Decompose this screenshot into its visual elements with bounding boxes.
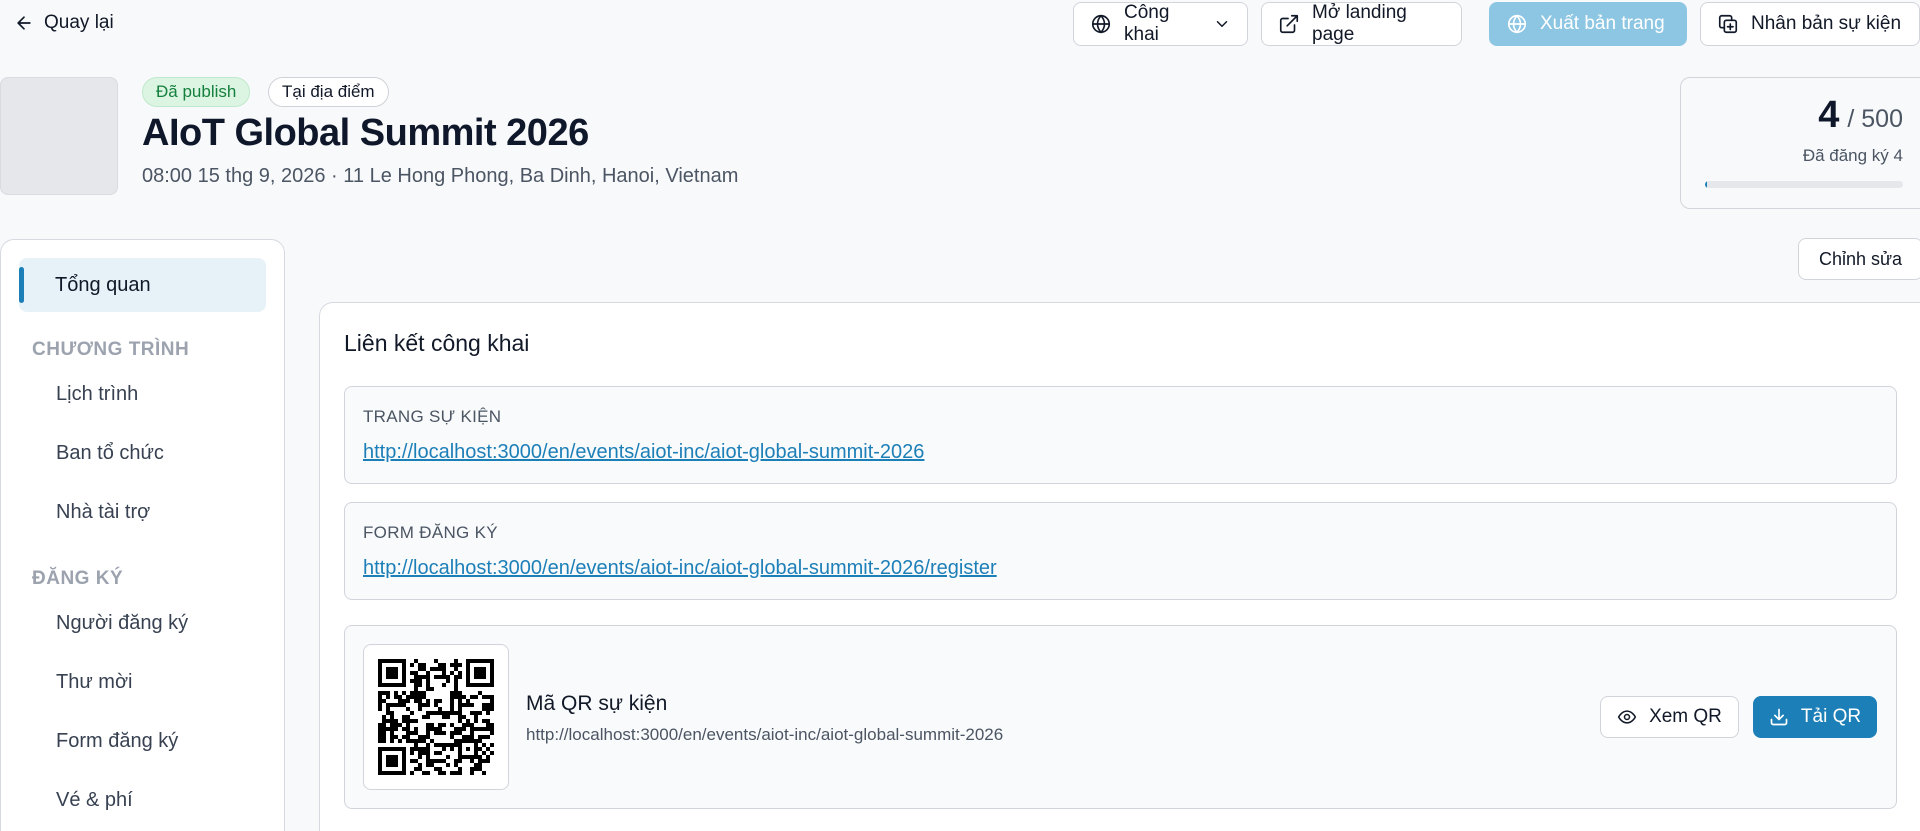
edit-button[interactable]: Chỉnh sửa — [1798, 238, 1920, 280]
event-page-label: TRANG SỰ KIỆN — [363, 407, 502, 426]
sidebar-item-registration-form[interactable]: Form đăng ký — [56, 730, 178, 753]
download-qr-label: Tải QR — [1800, 706, 1862, 727]
registration-count: 4 / 500 — [1818, 94, 1903, 137]
clone-label: Nhân bản sự kiện — [1751, 13, 1902, 34]
view-qr-label: Xem QR — [1649, 706, 1722, 727]
publish-page-button[interactable]: Xuất bản trang — [1489, 2, 1687, 46]
page-title: AIoT Global Summit 2026 — [142, 112, 589, 154]
sidebar-item-overview[interactable]: Tổng quan — [19, 258, 266, 312]
registration-progress-fill — [1705, 181, 1707, 188]
back-label: Quay lại — [44, 12, 114, 33]
active-indicator — [19, 267, 24, 303]
registration-form-link-box: FORM ĐĂNG KÝ http://localhost:3000/en/ev… — [344, 502, 1897, 600]
qr-code-frame — [363, 644, 509, 790]
copy-icon — [1718, 14, 1738, 34]
visibility-dropdown[interactable]: Công khai — [1073, 2, 1248, 46]
registration-form-label: FORM ĐĂNG KÝ — [363, 523, 498, 542]
open-landing-page-button[interactable]: Mở landing page — [1261, 2, 1462, 46]
sidebar-item-registrants[interactable]: Người đăng ký — [56, 612, 188, 635]
sidebar-item-sponsors[interactable]: Nhà tài trợ — [56, 501, 150, 524]
qr-code-image — [378, 659, 494, 775]
event-mode-badge: Tại địa điểm — [268, 77, 389, 107]
event-page-link[interactable]: http://localhost:3000/en/events/aiot-inc… — [363, 441, 924, 464]
registration-progress-bar — [1705, 181, 1903, 188]
globe-icon — [1507, 14, 1527, 34]
external-link-icon — [1279, 14, 1299, 34]
landing-label: Mở landing page — [1312, 2, 1407, 45]
registration-stats-card: 4 / 500 Đã đăng ký 4 — [1680, 77, 1920, 209]
sidebar-item-schedule[interactable]: Lịch trình — [56, 383, 138, 406]
capacity-count: / 500 — [1847, 105, 1903, 133]
download-qr-button[interactable]: Tải QR — [1753, 696, 1877, 738]
sidebar: Tổng quan CHƯƠNG TRÌNH Lịch trình Ban tổ… — [0, 239, 285, 831]
eye-icon — [1617, 710, 1637, 724]
sidebar-section-registration: ĐĂNG KÝ — [32, 568, 124, 589]
clone-event-button[interactable]: Nhân bản sự kiện — [1700, 2, 1920, 46]
event-cover-thumbnail — [0, 77, 118, 195]
export-label: Xuất bản trang — [1540, 13, 1665, 34]
chevron-down-icon — [1216, 21, 1228, 27]
back-button[interactable]: Quay lại — [14, 8, 114, 38]
event-qr-box: Mã QR sự kiện http://localhost:3000/en/e… — [344, 625, 1897, 809]
sidebar-item-tickets-fees[interactable]: Vé & phí — [56, 789, 133, 812]
globe-icon — [1091, 14, 1111, 34]
visibility-label: Công khai — [1124, 2, 1170, 45]
download-icon — [1770, 708, 1788, 726]
qr-url: http://localhost:3000/en/events/aiot-inc… — [526, 725, 1004, 744]
registered-label: Đã đăng ký 4 — [1802, 146, 1903, 165]
sidebar-item-organizers[interactable]: Ban tổ chức — [56, 442, 164, 465]
status-badge: Đã publish — [142, 77, 251, 107]
sidebar-item-invitations[interactable]: Thư mời — [56, 671, 133, 694]
arrow-left-icon — [17, 16, 31, 30]
qr-title: Mã QR sự kiện — [526, 692, 668, 715]
event-page-link-box: TRANG SỰ KIỆN http://localhost:3000/en/e… — [344, 386, 1897, 484]
registered-count: 4 — [1818, 94, 1840, 136]
event-datetime-location: 08:00 15 thg 9, 2026 · 11 Le Hong Phong,… — [142, 165, 739, 187]
sidebar-item-label: Tổng quan — [55, 273, 151, 296]
sidebar-section-program: CHƯƠNG TRÌNH — [32, 339, 190, 360]
view-qr-button[interactable]: Xem QR — [1600, 696, 1739, 738]
public-links-title: Liên kết công khai — [344, 330, 530, 356]
registration-form-link[interactable]: http://localhost:3000/en/events/aiot-inc… — [363, 557, 997, 580]
